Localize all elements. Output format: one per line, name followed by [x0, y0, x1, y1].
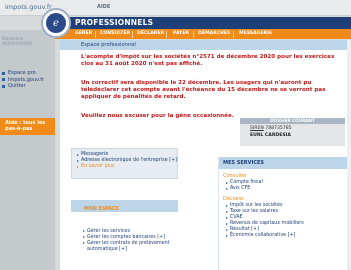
arrow-icon	[77, 153, 79, 156]
adresse-label: Adresse électronique de l'entreprise [+]	[81, 158, 177, 163]
messagerie-label: Messagerie	[81, 152, 109, 157]
sidebar-item-quitter[interactable]: Quitter	[2, 83, 54, 90]
resultat-link[interactable]: Résultat [+]	[226, 227, 259, 232]
sidebar-item-label: Impots.gouv.fr	[8, 76, 45, 83]
arrow-icon	[77, 159, 79, 162]
banner: PROFESSIONNELS	[55, 17, 351, 29]
scrollbar[interactable]	[347, 40, 351, 270]
impot-societes-link[interactable]: Impôt sur les sociétés	[226, 203, 283, 208]
link-label: Taxe sur les salaires	[230, 209, 278, 214]
link-label: Compte fiscal	[230, 180, 263, 185]
section-header: Espace professionnel	[60, 40, 351, 50]
arrow-icon	[83, 230, 85, 233]
messagerie-link[interactable]: Messagerie	[77, 152, 108, 157]
bullet-icon	[2, 84, 5, 88]
arrow-icon	[226, 234, 228, 237]
arrow-icon	[226, 204, 228, 207]
arrow-icon	[77, 165, 79, 168]
gerer-contrats-link[interactable]: Gérer les contrats de prélèvement automa…	[83, 241, 175, 252]
main-nav: GÉRER CONSULTER DÉCLARER PAYER DÉMARCHES…	[55, 29, 351, 39]
bullet-icon	[2, 78, 5, 82]
gerer-services-link[interactable]: Gérer les services	[83, 229, 130, 235]
link-label: Revenus de capitaux mobiliers	[230, 221, 304, 226]
logo-letter: e	[46, 13, 66, 33]
nav-separator	[132, 30, 135, 38]
company-name: EURL CARDESIA	[250, 133, 291, 138]
link-label: Économie collaborative [+]	[230, 233, 296, 238]
arrow-icon	[83, 236, 85, 239]
economie-collaborative-link[interactable]: Économie collaborative [+]	[226, 233, 295, 238]
nav-separator	[166, 30, 169, 38]
adresse-electronique-link[interactable]: Adresse électronique de l'entreprise [+]	[77, 158, 177, 163]
arrow-icon	[226, 228, 228, 231]
taxe-salaires-link[interactable]: Taxe sur les salaires	[226, 209, 278, 214]
siren-label[interactable]: SIREN	[250, 126, 264, 131]
arrow-icon	[226, 187, 228, 190]
arrow-icon	[226, 222, 228, 225]
site-url[interactable]: impots.gouv.fr	[5, 3, 52, 11]
category-declarer: Déclarer	[223, 196, 245, 202]
revenus-capitaux-link[interactable]: Revenus de capitaux mobiliers	[226, 221, 304, 226]
dossier-header: DOSSIER COURANT	[240, 118, 345, 124]
left-sidebar	[0, 30, 55, 270]
nav-item-payer[interactable]: PAYER	[173, 31, 189, 36]
en-savoir-plus-link[interactable]: En savoir plus	[77, 164, 115, 169]
nav-separator	[95, 30, 98, 38]
cvae-link[interactable]: CVAE	[226, 215, 243, 220]
mes-services-panel: MES SERVICES Consulter Compte fiscal Avi…	[218, 157, 347, 270]
link-label: Impôt sur les sociétés	[230, 203, 283, 208]
sidebar-item-label: Quitter	[8, 83, 26, 90]
arrow-icon	[226, 181, 228, 184]
messagerie-box: Messagerie Adresse électronique de l'ent…	[71, 148, 178, 179]
bullet-icon	[2, 71, 5, 75]
aide-pas-a-pas-button[interactable]: Aide : tous les pas-à-pas	[0, 118, 55, 135]
sidebar-item-label: Espace pro.	[8, 70, 38, 77]
nav-item-demarches[interactable]: DÉMARCHES	[198, 31, 230, 36]
link-label: Avis CFE	[230, 186, 251, 191]
user-name: XXXXXXXXXXX	[2, 41, 33, 46]
nav-item-messagerie[interactable]: MESSAGERIE	[239, 31, 272, 36]
link-label: Résultat [+]	[230, 227, 259, 232]
aide-line2: pas-à-pas	[5, 126, 33, 132]
dgfip-logo: e	[41, 8, 71, 38]
link-label: Gérer les services	[87, 229, 130, 234]
aide-link[interactable]: AIDE	[97, 4, 110, 10]
main-content: Espace professionnel L'acompte d'impôt s…	[60, 40, 351, 270]
mon-espace-title: MON ESPACE	[84, 207, 119, 212]
arrow-icon	[83, 242, 85, 245]
siren-value: 788735785	[265, 126, 292, 131]
page-title: Espace professionnel	[81, 42, 136, 48]
avis-cfe-link[interactable]: Avis CFE	[226, 186, 250, 191]
mes-services-header: MES SERVICES	[219, 157, 347, 169]
link-label: Gérer les comptes bancaires [+]	[87, 235, 165, 240]
alert-message-1: L'acompte d'impôt sur les sociétés n°257…	[81, 54, 335, 67]
link-label: Gérer les contrats de prélèvement automa…	[87, 241, 170, 252]
compte-fiscal-link[interactable]: Compte fiscal	[226, 180, 263, 185]
arrow-icon	[226, 210, 228, 213]
dossier-courant: DOSSIER COURANT SIREN 788735785 EURL CAR…	[240, 118, 345, 146]
nav-separator	[233, 30, 236, 38]
category-consulter: Consulter	[223, 173, 247, 179]
nav-item-gerer[interactable]: GÉRER	[75, 31, 92, 36]
nav-separator	[193, 30, 196, 38]
en-savoir-plus-label: En savoir plus	[81, 164, 115, 169]
banner-title: PROFESSIONNELS	[75, 18, 154, 27]
user-info: Bienvenue XXXXXXXXXXX	[2, 36, 50, 58]
sidebar-links: Espace pro. Impots.gouv.fr Quitter	[2, 70, 54, 90]
arrow-icon	[226, 216, 228, 219]
alert-message-2: Un correctif sera disponible le 22 décem…	[81, 80, 326, 100]
nav-item-consulter[interactable]: CONSULTER	[100, 31, 130, 36]
siren-line: SIREN 788735785	[250, 126, 292, 131]
mes-services-title: MES SERVICES	[223, 160, 265, 166]
nav-item-declarer[interactable]: DÉCLARER	[137, 31, 164, 36]
link-label: CVAE	[230, 215, 243, 220]
gerer-comptes-link[interactable]: Gérer les comptes bancaires [+]	[83, 235, 165, 241]
